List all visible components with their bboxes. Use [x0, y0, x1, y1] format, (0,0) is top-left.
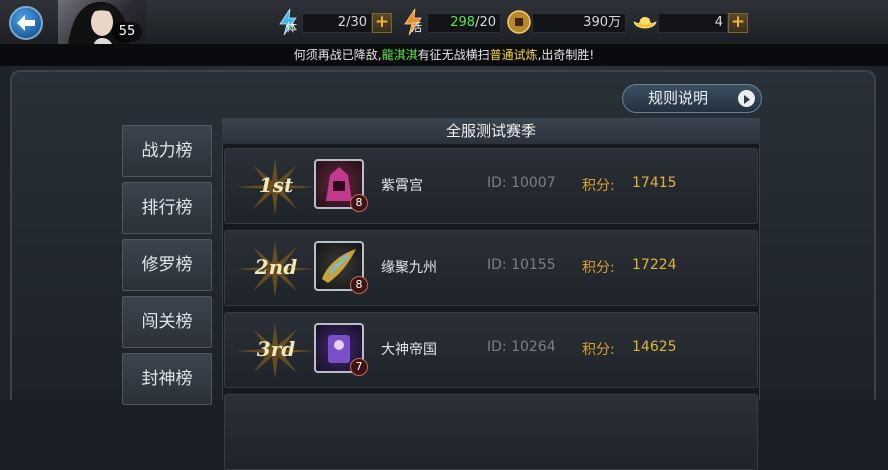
marquee-text-1: 何须再战已降敌,	[293, 48, 382, 62]
ranking-row[interactable]: 1st 8 紫霄宫 ID: 10007 积分: 17415	[224, 148, 758, 224]
tab-power-ranking[interactable]: 战力榜	[122, 125, 212, 177]
back-arrow-icon	[17, 15, 35, 31]
marquee-text-3: ,出奇制胜!	[537, 48, 595, 62]
tab-general-ranking[interactable]: 排行榜	[122, 182, 212, 234]
play-arrow-icon	[738, 90, 755, 107]
guild-id: ID: 10155	[487, 257, 556, 273]
ranking-row[interactable]: 2nd 8 缘聚九州 ID: 10155 积分: 17224	[224, 230, 758, 306]
rules-button-label: 规则说明	[648, 89, 709, 107]
rank-badge: 1st	[235, 159, 315, 215]
rank-badge: 2nd	[235, 241, 315, 297]
gold-value: 4	[658, 13, 728, 33]
gold-resource: 4 +	[632, 8, 750, 36]
score-label: 积分:	[582, 342, 615, 358]
rank-text: 3rd	[256, 337, 296, 361]
announcement-marquee: 何须再战已降敌,龍淇淇有征无战横扫普通试炼,出奇制胜!	[0, 44, 888, 66]
vitality-box: 298/20	[427, 13, 501, 33]
marquee-player-name: 龍淇淇	[381, 48, 418, 62]
stamina-value: 2/30	[302, 13, 372, 33]
coins-resource: 390万	[506, 8, 626, 36]
add-stamina-button[interactable]: +	[372, 13, 392, 33]
stamina-icon: 体	[276, 8, 302, 36]
coins-value: 390万	[532, 13, 626, 33]
rules-button[interactable]: 规则说明	[622, 84, 762, 113]
vitality-value: 298	[450, 15, 476, 30]
marquee-text-2: 有征无战横扫	[417, 48, 490, 62]
back-button[interactable]	[9, 6, 43, 40]
top-bar: 55 体 2/30 + 活 298/20 390万 4 +	[0, 0, 888, 45]
score-label: 积分:	[582, 178, 615, 194]
stamina-resource: 体 2/30 +	[276, 8, 394, 36]
score-value: 17415	[632, 175, 677, 191]
rank-text: 1st	[258, 173, 294, 197]
vitality-resource: 活 298/20	[401, 8, 501, 36]
stamina-label: 体	[286, 21, 297, 34]
score-value: 14625	[632, 339, 677, 355]
score-value: 17224	[632, 257, 677, 273]
gold-ingot-icon	[632, 8, 658, 36]
tab-deity-ranking[interactable]: 封神榜	[122, 353, 212, 405]
rank-text: 2nd	[254, 255, 298, 279]
guild-level: 8	[350, 276, 368, 294]
marquee-mode: 普通试炼	[489, 48, 538, 62]
guild-name: 缘聚九州	[381, 260, 437, 276]
guild-name: 紫霄宫	[381, 178, 423, 194]
player-level: 55	[112, 22, 142, 42]
season-title: 全服测试赛季	[222, 118, 760, 144]
vitality-label: 活	[411, 21, 422, 34]
ranking-row[interactable]	[224, 394, 758, 470]
vitality-max: /20	[475, 15, 496, 30]
ranking-row[interactable]: 3rd 7 大神帝国 ID: 10264 积分: 14625	[224, 312, 758, 388]
add-gold-button[interactable]: +	[728, 13, 748, 33]
guild-id: ID: 10007	[487, 175, 556, 191]
tab-asura-ranking[interactable]: 修罗榜	[122, 239, 212, 291]
guild-id: ID: 10264	[487, 339, 556, 355]
guild-name: 大神帝国	[381, 342, 437, 358]
guild-level: 7	[350, 358, 368, 376]
vitality-icon: 活	[401, 8, 427, 36]
coin-icon	[506, 8, 532, 36]
score-label: 积分:	[582, 260, 615, 276]
guild-level: 8	[350, 194, 368, 212]
tab-stage-ranking[interactable]: 闯关榜	[122, 296, 212, 348]
rank-badge: 3rd	[235, 323, 315, 379]
